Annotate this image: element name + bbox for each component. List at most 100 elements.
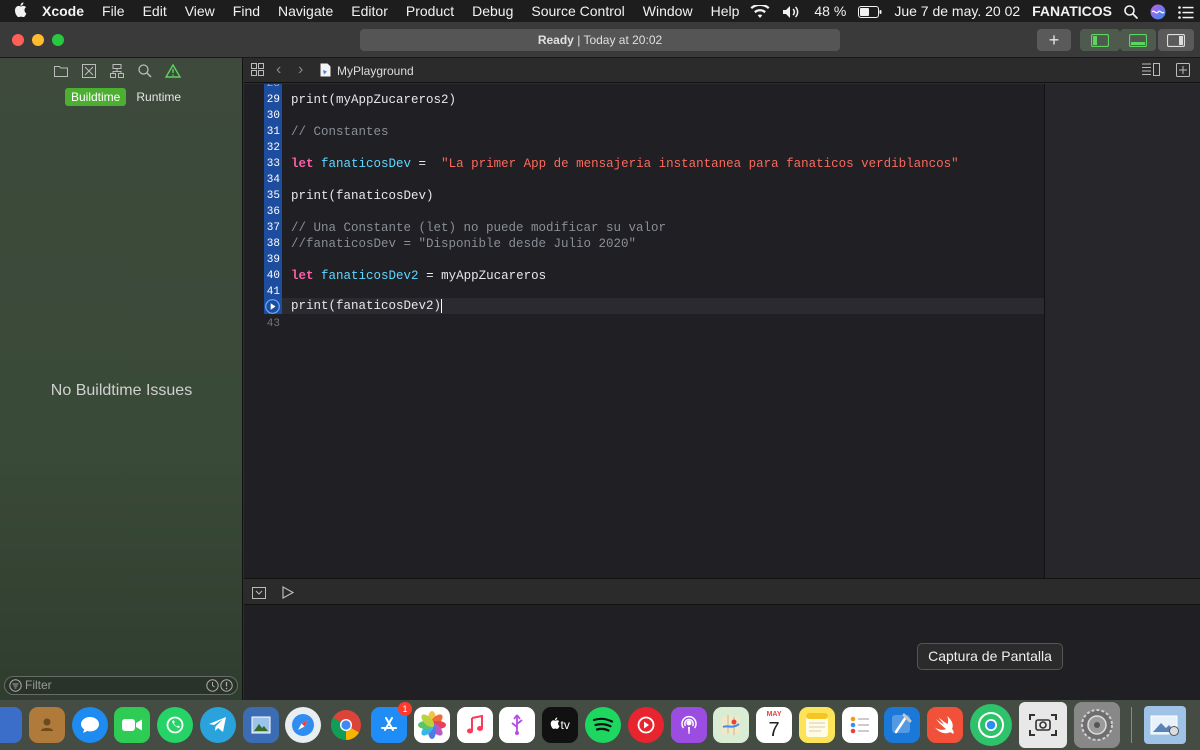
dock: 1 tv MAY 7 — [0, 700, 1200, 750]
menu-navigate[interactable]: Navigate — [269, 3, 342, 19]
reminders-icon[interactable] — [841, 707, 878, 743]
apple-tv-icon[interactable]: tv — [542, 707, 579, 743]
code-line-38[interactable]: //fanaticosDev = "Disponible desde Julio… — [291, 236, 636, 252]
facetime-icon[interactable] — [114, 707, 151, 743]
whatsapp-icon[interactable] — [157, 707, 194, 743]
window-toolbar: Ready | Today at 20:02 + — [0, 22, 1200, 58]
code-line-29[interactable]: print(myAppZucareros2) — [291, 92, 456, 108]
find-my-icon[interactable] — [969, 704, 1012, 746]
menu-view[interactable]: View — [176, 3, 224, 19]
code-line-42[interactable]: print(fanaticosDev2) — [291, 298, 443, 314]
downloads-stack-icon[interactable] — [1144, 706, 1187, 744]
filter-field[interactable]: Filter — [4, 676, 238, 695]
battery-percent[interactable]: 48 % — [808, 3, 852, 19]
safari-icon[interactable] — [285, 707, 322, 743]
code-text: print(fanaticosDev2) — [291, 299, 442, 313]
podcasts-icon[interactable] — [670, 707, 707, 743]
symbol-hierarchy-icon[interactable] — [108, 62, 126, 80]
user-name[interactable]: FANATICOS — [1026, 3, 1118, 19]
youtube-music-icon[interactable] — [627, 707, 664, 743]
toggle-navigator-button[interactable] — [1080, 29, 1120, 51]
xcode-icon[interactable] — [884, 707, 921, 743]
wifi-icon[interactable] — [744, 3, 776, 19]
maps-icon[interactable] — [713, 707, 750, 743]
clock[interactable]: Jue 7 de may. 20 02 — [888, 3, 1026, 19]
menu-product[interactable]: Product — [397, 3, 463, 19]
spotlight-search-icon[interactable] — [1118, 3, 1144, 20]
library-add-button[interactable]: + — [1037, 29, 1071, 51]
music-icon[interactable] — [456, 707, 493, 743]
close-window-button[interactable] — [12, 34, 24, 46]
notes-icon[interactable] — [798, 707, 835, 743]
siri-icon[interactable] — [1144, 2, 1172, 20]
battery-icon[interactable] — [852, 3, 888, 19]
chrome-icon[interactable] — [328, 707, 364, 743]
line-number: 30 — [266, 110, 280, 122]
menu-editor[interactable]: Editor — [342, 3, 397, 19]
apple-menu-icon[interactable] — [0, 1, 40, 21]
code-line-33[interactable]: let fanaticosDev = "La primer App de men… — [291, 156, 959, 172]
issue-warning-icon[interactable] — [164, 62, 182, 80]
messenger-icon[interactable] — [71, 707, 108, 743]
preview-photo-icon[interactable] — [242, 707, 279, 743]
runtime-tab[interactable]: Runtime — [130, 88, 187, 106]
notification-center-icon[interactable] — [1172, 3, 1200, 19]
transmit-usb-icon[interactable] — [499, 707, 536, 743]
code-line-35[interactable]: print(fanaticosDev) — [291, 188, 434, 204]
show-only-errors-icon[interactable] — [220, 679, 233, 697]
toggle-inspector-button[interactable] — [1158, 29, 1194, 51]
build-status-detail: Today at 20:02 — [583, 33, 663, 47]
source-control-icon[interactable] — [80, 62, 98, 80]
toggle-debug-area-button[interactable] — [1120, 29, 1156, 51]
menu-app-name[interactable]: Xcode — [40, 3, 93, 19]
finder-icon[interactable] — [0, 707, 22, 743]
menu-window[interactable]: Window — [634, 3, 702, 19]
source-editor[interactable]: 28 29 30 31 32 33 34 35 36 37 38 39 40 4… — [244, 84, 1044, 578]
editor-options-icon[interactable] — [1142, 63, 1160, 79]
system-preferences-icon[interactable] — [1073, 702, 1120, 748]
recent-filter-icon[interactable] — [206, 679, 219, 697]
screenshot-app-icon[interactable] — [1018, 702, 1067, 748]
file-breadcrumb[interactable]: MyPlayground — [337, 64, 414, 78]
calendar-month: MAY — [766, 710, 782, 718]
app-store-icon[interactable]: 1 — [371, 702, 413, 743]
volume-icon[interactable] — [776, 3, 808, 19]
line-number-gutter[interactable]: 28 29 30 31 32 33 34 35 36 37 38 39 40 4… — [244, 84, 282, 578]
menu-edit[interactable]: Edit — [134, 3, 176, 19]
menu-source-control[interactable]: Source Control — [522, 3, 633, 19]
contacts-icon[interactable] — [28, 707, 65, 743]
line-number: 29 — [266, 94, 280, 106]
run-play-icon[interactable] — [282, 585, 295, 604]
calendar-icon[interactable]: MAY 7 — [756, 707, 793, 743]
menu-debug[interactable]: Debug — [463, 3, 522, 19]
line-number: 28 — [266, 84, 280, 90]
status-menus: 48 % Jue 7 de may. 20 02 FANATICOS — [744, 0, 1200, 22]
line-number: 34 — [266, 174, 280, 186]
buildtime-tab[interactable]: Buildtime — [65, 88, 127, 106]
menu-file[interactable]: File — [93, 3, 134, 19]
add-editor-icon[interactable] — [1176, 63, 1190, 80]
minimize-window-button[interactable] — [32, 34, 44, 46]
folder-icon[interactable] — [52, 62, 70, 80]
empty-state-message: No Buildtime Issues — [50, 382, 193, 399]
back-arrow-icon[interactable]: ‹ — [276, 61, 281, 79]
zoom-window-button[interactable] — [52, 34, 64, 46]
code-line-31[interactable]: // Constantes — [291, 124, 389, 140]
menu-find[interactable]: Find — [224, 3, 269, 19]
line-number: 39 — [266, 254, 280, 266]
code-line-40[interactable]: let fanaticosDev2 = myAppZucareros — [291, 268, 546, 284]
photos-icon[interactable] — [413, 707, 450, 743]
filter-icon — [9, 679, 22, 697]
swift-playgrounds-icon[interactable] — [927, 707, 964, 743]
issue-scope-segmented-control: Buildtime Runtime — [65, 88, 191, 106]
spotify-icon[interactable] — [584, 707, 621, 743]
related-items-grid-icon[interactable] — [251, 63, 264, 79]
telegram-icon[interactable] — [199, 707, 236, 743]
identifier: fanaticosDev2 — [321, 269, 419, 283]
hide-debug-area-icon[interactable] — [252, 586, 266, 604]
forward-arrow-icon[interactable]: › — [298, 61, 303, 79]
menu-help[interactable]: Help — [702, 3, 749, 19]
code-line-37[interactable]: // Una Constante (let) no puede modifica… — [291, 220, 666, 236]
text-cursor — [441, 298, 443, 313]
search-icon[interactable] — [136, 62, 154, 80]
